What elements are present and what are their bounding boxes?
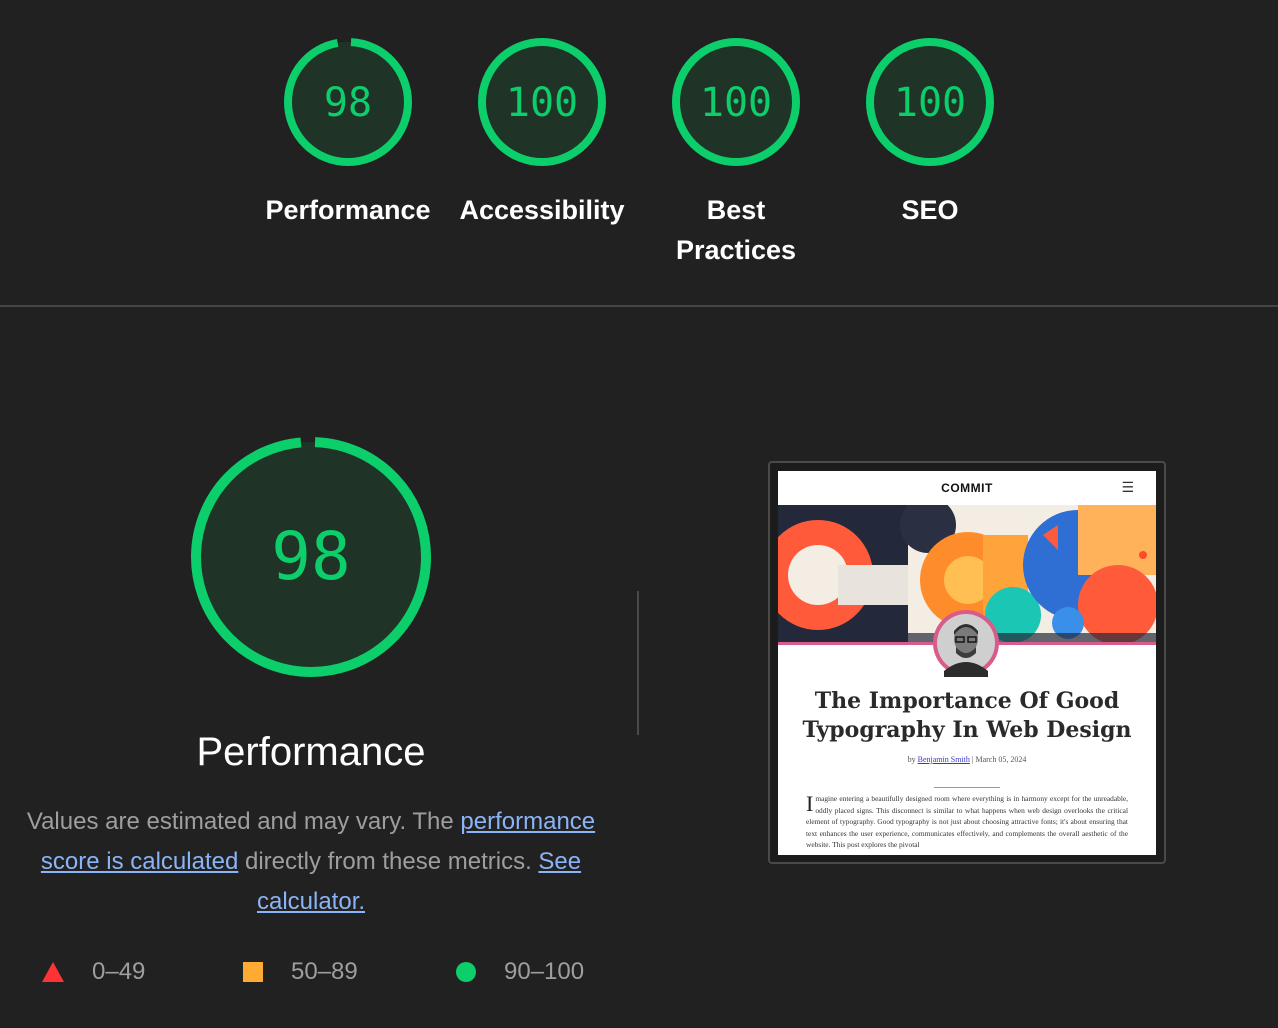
performance-big-score: 98 <box>271 518 350 595</box>
legend-pass: 90–100 <box>456 958 584 986</box>
gauge-seo[interactable]: 100 SEO <box>840 36 1020 230</box>
section-divider <box>0 305 1278 307</box>
performance-title: Performance <box>196 730 426 774</box>
description-text-1: Values are estimated and may vary. The <box>26 808 461 835</box>
legend-average-label: 50–89 <box>291 958 358 985</box>
legend-average: 50–89 <box>243 958 358 986</box>
author-link: Benjamin Smith <box>917 755 970 764</box>
title-rule <box>934 787 1000 788</box>
best-practices-score-ring[interactable]: 100 <box>670 36 802 168</box>
seo-label[interactable]: SEO <box>840 190 1020 230</box>
article-title: The Importance Of Good Typography In Web… <box>802 688 1132 743</box>
performance-label[interactable]: Performance <box>258 190 438 230</box>
vertical-separator <box>637 591 639 735</box>
performance-big-gauge: 98 <box>190 437 431 677</box>
gauge-performance[interactable]: 98 Performance <box>258 36 438 230</box>
accessibility-score-ring[interactable]: 100 <box>476 36 608 168</box>
article-byline: by Benjamin Smith | March 05, 2024 <box>778 755 1156 764</box>
seo-score-ring[interactable]: 100 <box>864 36 996 168</box>
final-screenshot-frame[interactable]: COMMIT ☰ The Importance Of Good Typograp… <box>768 461 1166 864</box>
best-practices-label[interactable]: Best Practices <box>661 190 811 270</box>
best-practices-score: 100 <box>700 80 772 126</box>
site-logo: COMMIT <box>941 481 993 495</box>
gauge-best-practices[interactable]: 100 Best Practices <box>646 36 826 270</box>
legend-pass-label: 90–100 <box>504 958 585 985</box>
accessibility-score: 100 <box>506 80 578 126</box>
author-avatar <box>933 610 999 677</box>
description-text-2: directly from these metrics. <box>238 848 539 875</box>
legend-fail-label: 0–49 <box>92 958 146 985</box>
article-date: | March 05, 2024 <box>969 755 1027 764</box>
performance-score-ring[interactable]: 98 <box>282 36 414 168</box>
triangle-icon <box>42 962 64 982</box>
article-body-text: magine entering a beautifully designed r… <box>806 794 1128 850</box>
square-icon <box>243 962 263 982</box>
menu-icon: ☰ <box>1121 479 1134 495</box>
category-gauges: 98 Performance 100 Accessibility 100 Bes… <box>0 0 1278 306</box>
gauge-accessibility[interactable]: 100 Accessibility <box>452 36 632 230</box>
byline-by: by <box>907 755 916 764</box>
article-body: Imagine entering a beautifully designed … <box>806 793 1128 851</box>
performance-description: Values are estimated and may vary. The p… <box>20 802 602 922</box>
drop-cap: I <box>806 791 814 816</box>
final-screenshot: COMMIT ☰ The Importance Of Good Typograp… <box>778 471 1156 855</box>
accessibility-label[interactable]: Accessibility <box>452 190 632 230</box>
score-legend: 0–49 50–89 90–100 <box>0 958 640 994</box>
performance-score: 98 <box>324 80 372 126</box>
seo-score: 100 <box>894 80 966 126</box>
site-header: COMMIT ☰ <box>778 471 1156 506</box>
circle-icon <box>456 962 476 982</box>
legend-fail: 0–49 <box>42 958 145 986</box>
